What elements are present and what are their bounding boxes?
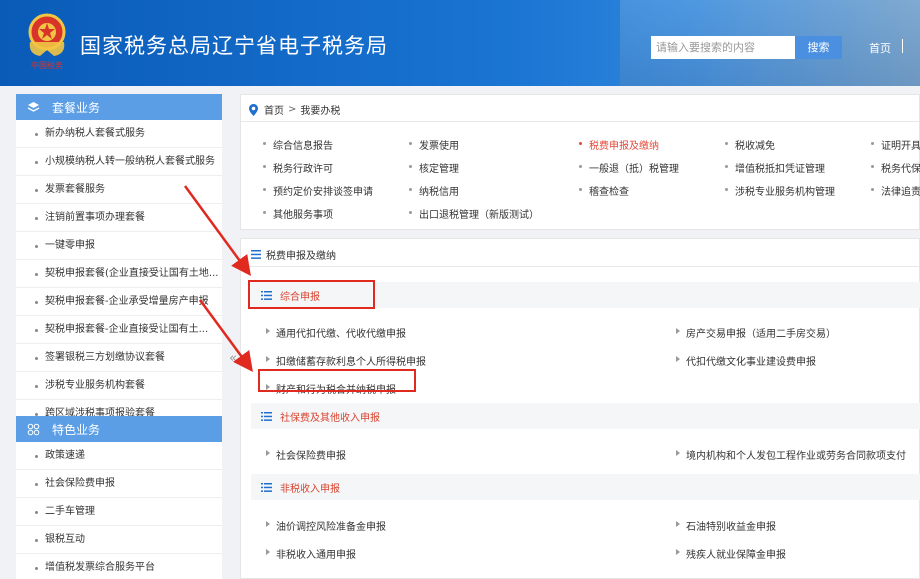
home-link[interactable]: 首页 (869, 40, 891, 56)
sidebar-item[interactable]: 增值税发票综合服务平台 (16, 554, 222, 579)
category-item[interactable]: 综合信息报告 (263, 137, 333, 152)
link-interest-income-tax[interactable]: 扣缴储蓄存款利息个人所得税申报 (266, 353, 426, 368)
section-header-non-tax: 非税收入申报 (251, 474, 920, 500)
sidebar-item-label: 签署银税三方划缴协议套餐 (45, 352, 165, 363)
link-oil-special-income[interactable]: 石油特别收益金申报 (676, 518, 776, 533)
section-header-social-security: 社保费及其他收入申报 (251, 403, 920, 429)
category-item[interactable]: 税费申报及缴纳 (579, 137, 659, 152)
feature-section-title: 特色业务 (52, 422, 101, 437)
feature-list: 政策速递社会保险费申报 二手车管理银税互动增值税发票综合服务平台 (16, 442, 222, 579)
category-item[interactable]: 涉税专业服务机构管理 (725, 183, 835, 198)
sidebar-item-label: 银税互动 (45, 534, 85, 545)
sidebar-item-label: 政策速递 (45, 450, 85, 461)
sidebar-item-label: 涉税专业服务机构套餐 (45, 380, 145, 391)
search-input[interactable] (651, 36, 795, 59)
sidebar-item-label: 跨区域涉税事项报验套餐 (45, 408, 155, 416)
collapse-sidebar-icon[interactable]: « (229, 351, 237, 366)
feature-section-header[interactable]: 特色业务 (16, 416, 222, 442)
sidebar-item[interactable]: 契税申报套餐-企业承受增量房产申报 (16, 288, 222, 316)
category-item[interactable]: 增值税抵扣凭证管理 (725, 160, 825, 175)
section-title: 非税收入申报 (280, 483, 340, 495)
grid-icon (26, 422, 40, 436)
category-item[interactable]: 税务行政许可 (263, 160, 333, 175)
sidebar-item-label: 契税申报套餐-企业承受增量房产申报 (45, 296, 209, 307)
link-disabled-employment[interactable]: 残疾人就业保障金申报 (676, 546, 786, 561)
highlight-box (258, 369, 416, 392)
category-item[interactable]: 一般退（抵）税管理 (579, 160, 679, 175)
sidebar-item-label: 注销前置事项办理套餐 (45, 212, 145, 223)
link-property-transaction[interactable]: 房产交易申报（适用二手房交易） (676, 325, 836, 340)
sidebar-item-label: 新办纳税人套餐式服务 (45, 128, 145, 139)
tax-emblem-logo: 中国税务 (28, 13, 66, 70)
sidebar-item[interactable]: 小规模纳税人转一般纳税人套餐式服务 (16, 148, 222, 176)
category-item[interactable]: 核定管理 (409, 160, 459, 175)
category-item[interactable]: 其他服务事项 (263, 206, 333, 221)
site-title: 国家税务总局辽宁省电子税务局 (80, 34, 388, 58)
list-icon (261, 482, 272, 492)
category-item[interactable]: 预约定价安排谈签申请 (263, 183, 373, 198)
link-contract-payment[interactable]: 境内机构和个人发包工程作业或劳务合同款项支付 (676, 447, 906, 462)
emblem-text: 中国税务 (31, 60, 63, 70)
link-culture-fee[interactable]: 代扣代缴文化事业建设费申报 (676, 353, 816, 368)
category-item[interactable]: 纳税信用 (409, 183, 459, 198)
package-section-header[interactable]: 套餐业务 (16, 94, 222, 120)
category-panel: 首页 > 我要办税 综合信息报告 发票使用 税费申报及缴纳 税收减免 证明开具税务行政许… (240, 94, 920, 230)
category-item[interactable]: 证明开具 (871, 137, 920, 152)
divider (241, 121, 919, 122)
category-item[interactable]: 法律追责与 (871, 183, 920, 198)
sidebar-item[interactable]: 发票套餐服务 (16, 176, 222, 204)
category-item[interactable]: 出口退税管理（新版测试） (409, 206, 539, 221)
site-header: 中国税务 国家税务总局辽宁省电子税务局 搜索 首页 (0, 0, 920, 86)
content-title-label: 税费申报及缴纳 (266, 251, 336, 262)
breadcrumb: 首页 > 我要办税 (249, 102, 340, 117)
category-item[interactable]: 税务代保管 (871, 160, 920, 175)
category-item[interactable]: 税收减免 (725, 137, 775, 152)
link-withholding-declaration[interactable]: 通用代扣代缴、代收代缴申报 (266, 325, 406, 340)
divider (241, 266, 919, 267)
breadcrumb-current: 我要办税 (300, 106, 341, 117)
header-divider (902, 39, 903, 53)
sidebar-item-label: 契税申报套餐-企业直接受让国有土... (45, 324, 209, 335)
sidebar-item[interactable]: 社会保险费申报 (16, 470, 222, 498)
sidebar-item[interactable]: 涉税专业服务机构套餐 (16, 372, 222, 400)
sidebar-item[interactable]: 注销前置事项办理套餐 (16, 204, 222, 232)
package-section-title: 套餐业务 (52, 100, 101, 115)
sidebar-item-label: 增值税发票综合服务平台 (45, 562, 155, 573)
sidebar-item[interactable]: 跨区域涉税事项报验套餐 (16, 400, 222, 416)
sidebar-item[interactable]: 一键零申报 (16, 232, 222, 260)
sidebar-item[interactable]: 契税申报套餐(企业直接受让国有土地... (16, 260, 222, 288)
sidebar-item-label: 契税申报套餐(企业直接受让国有土地... (45, 268, 219, 279)
section-title: 社保费及其他收入申报 (280, 412, 380, 424)
sidebar-item[interactable]: 政策速递 (16, 442, 222, 470)
sidebar-item[interactable]: 新办纳税人套餐式服务 (16, 120, 222, 148)
sidebar: 套餐业务 新办纳税人套餐式服务小规模纳税人转一般纳税人套餐式服务 发票套餐服务注销… (16, 94, 222, 579)
link-non-tax-general[interactable]: 非税收入通用申报 (266, 546, 356, 561)
category-item[interactable]: 稽查检查 (579, 183, 629, 198)
highlight-box (248, 280, 375, 309)
sidebar-item-label: 社会保险费申报 (45, 478, 115, 489)
sidebar-item-label: 小规模纳税人转一般纳税人套餐式服务 (45, 156, 215, 167)
sidebar-item-label: 一键零申报 (45, 240, 95, 251)
link-social-insurance[interactable]: 社会保险费申报 (266, 447, 346, 462)
package-list: 新办纳税人套餐式服务小规模纳税人转一般纳税人套餐式服务 发票套餐服务注销前置事项办… (16, 120, 222, 416)
location-pin-icon (249, 103, 258, 116)
search-button[interactable]: 搜索 (795, 36, 842, 59)
category-item[interactable]: 发票使用 (409, 137, 459, 152)
sidebar-item[interactable]: 签署银税三方划缴协议套餐 (16, 344, 222, 372)
menu-icon (251, 250, 261, 259)
sidebar-item-label: 二手车管理 (45, 506, 95, 517)
main-area: 首页 > 我要办税 综合信息报告 发票使用 税费申报及缴纳 税收减免 证明开具 税务行政许… (240, 94, 920, 579)
content-title: 税费申报及缴纳 (251, 247, 336, 262)
breadcrumb-home[interactable]: 首页 (264, 102, 284, 117)
sidebar-item-label: 发票套餐服务 (45, 184, 105, 195)
sidebar-item[interactable]: 契税申报套餐-企业直接受让国有土... (16, 316, 222, 344)
layers-icon (26, 100, 40, 114)
sidebar-item[interactable]: 二手车管理 (16, 498, 222, 526)
breadcrumb-separator: > (288, 104, 297, 115)
sidebar-item[interactable]: 银税互动 (16, 526, 222, 554)
list-icon (261, 411, 272, 421)
link-oil-price-reserve[interactable]: 油价调控风险准备金申报 (266, 518, 386, 533)
